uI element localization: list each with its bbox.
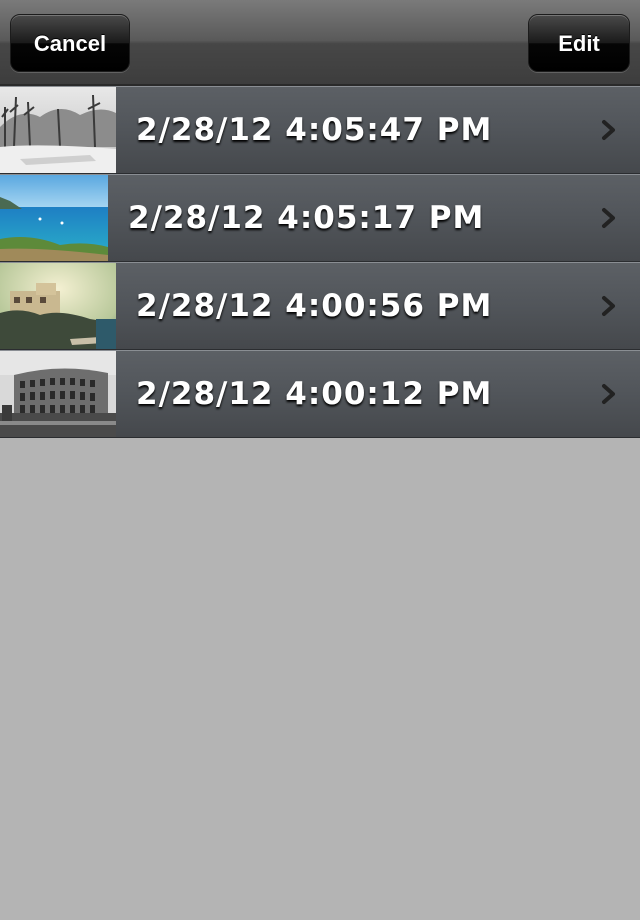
photo-list: 2/28/12 4:05:47 PM 2/28/12 4:05:17 PM 2/… [0, 86, 640, 438]
photo-timestamp: 2/28/12 4:05:47 PM [136, 112, 493, 148]
chevron-right-icon [602, 120, 615, 140]
list-item[interactable]: 2/28/12 4:05:47 PM [0, 86, 640, 174]
snowy-park-photo [0, 87, 116, 173]
cancel-button[interactable]: Cancel [10, 14, 130, 72]
colosseum-photo [0, 351, 116, 437]
empty-area [0, 438, 640, 920]
cliff-castle-photo [0, 263, 116, 349]
photo-timestamp: 2/28/12 4:05:17 PM [128, 200, 485, 236]
chevron-right-icon [602, 384, 615, 404]
photo-timestamp: 2/28/12 4:00:56 PM [136, 288, 493, 324]
list-item[interactable]: 2/28/12 4:00:12 PM [0, 350, 640, 438]
navigation-bar: Cancel Edit [0, 0, 640, 86]
list-item[interactable]: 2/28/12 4:05:17 PM [0, 174, 640, 262]
photo-timestamp: 2/28/12 4:00:12 PM [136, 376, 493, 412]
sea-coast-photo [0, 175, 108, 261]
list-item[interactable]: 2/28/12 4:00:56 PM [0, 262, 640, 350]
chevron-right-icon [602, 296, 615, 316]
edit-button[interactable]: Edit [528, 14, 630, 72]
chevron-right-icon [602, 208, 615, 228]
